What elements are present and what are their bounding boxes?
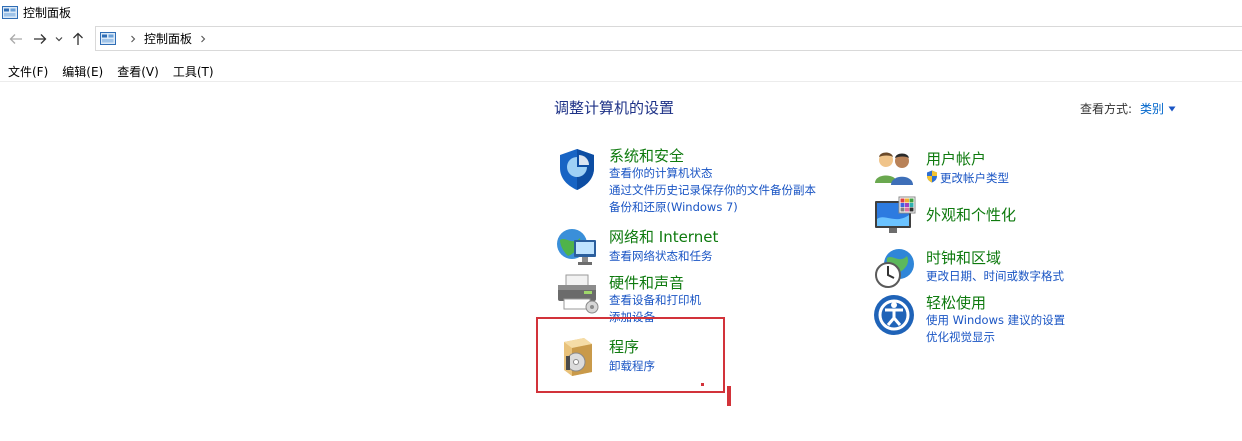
clock-globe-icon[interactable] [873, 246, 917, 290]
category-appearance: 外观和个性化 [873, 195, 1073, 241]
link-devices-printers[interactable]: 查看设备和打印机 [609, 292, 701, 308]
category-user-accounts: 用户帐户 更改帐户类型 [873, 147, 1093, 189]
view-by-dropdown[interactable]: 类别 [1140, 100, 1164, 117]
forward-arrow-icon [34, 34, 47, 44]
address-bar[interactable]: 控制面板 [95, 26, 1242, 51]
category-ease-of-access: 轻松使用 使用 Windows 建议的设置 优化视觉显示 [873, 291, 1093, 345]
view-by-label: 查看方式: [1080, 102, 1133, 116]
printer-icon[interactable] [554, 271, 600, 317]
forward-button[interactable] [28, 27, 52, 51]
up-arrow-icon [73, 32, 83, 45]
window-title: 控制面板 [23, 5, 72, 20]
menu-file[interactable]: 文件(F) [8, 63, 48, 80]
uac-shield-icon [927, 170, 937, 183]
shield-icon[interactable] [554, 146, 600, 192]
menu-view[interactable]: 查看(V) [117, 63, 159, 80]
page-title: 调整计算机的设置 [554, 99, 675, 117]
menu-tools[interactable]: 工具(T) [173, 63, 214, 80]
category-network-internet: 网络和 Internet 查看网络状态和任务 [554, 224, 754, 270]
link-change-date-time-format[interactable]: 更改日期、时间或数字格式 [926, 268, 1064, 284]
chevron-right-icon[interactable] [128, 34, 138, 44]
up-button[interactable] [66, 27, 90, 51]
back-arrow-icon [9, 34, 22, 44]
chevron-right-icon[interactable] [198, 34, 208, 44]
menu-divider [0, 81, 1242, 82]
category-title-hardware-sound[interactable]: 硬件和声音 [609, 272, 684, 293]
link-windows-recommended-settings[interactable]: 使用 Windows 建议的设置 [926, 312, 1065, 328]
navigation-bar: 控制面板 [0, 26, 1242, 52]
link-change-account-type[interactable]: 更改帐户类型 [940, 170, 1009, 186]
view-by: 查看方式: 类别 [1080, 100, 1176, 117]
control-panel-icon [100, 32, 116, 45]
link-view-computer-status[interactable]: 查看你的计算机状态 [609, 165, 713, 181]
category-clock-region: 时钟和区域 更改日期、时间或数字格式 [873, 246, 1093, 292]
link-file-history[interactable]: 通过文件历史记录保存你的文件备份副本 [609, 182, 816, 198]
category-system-security: 系统和安全 查看你的计算机状态 通过文件历史记录保存你的文件备份副本 备份和还原… [554, 144, 834, 216]
category-title-clock-region[interactable]: 时钟和区域 [926, 247, 1001, 268]
caret-down-icon[interactable] [1168, 106, 1176, 112]
link-optimize-visual-display[interactable]: 优化视觉显示 [926, 329, 995, 345]
back-button[interactable] [4, 27, 28, 51]
monitor-icon[interactable] [873, 195, 917, 239]
highlight-annotation-dot [701, 383, 704, 386]
globe-network-icon[interactable] [554, 224, 600, 270]
chevron-down-icon [55, 37, 63, 42]
menu-bar: 文件(F) 编辑(E) 查看(V) 工具(T) [0, 60, 228, 82]
highlight-annotation-mark [727, 386, 731, 406]
title-bar: 控制面板 [0, 0, 1242, 24]
category-title-system-security[interactable]: 系统和安全 [609, 145, 684, 166]
users-icon[interactable] [873, 147, 915, 187]
breadcrumb-control-panel[interactable]: 控制面板 [144, 30, 192, 47]
recent-locations-button[interactable] [52, 27, 66, 51]
category-title-user-accounts[interactable]: 用户帐户 [926, 148, 986, 169]
menu-edit[interactable]: 编辑(E) [62, 63, 103, 80]
category-title-appearance[interactable]: 外观和个性化 [926, 204, 1016, 225]
control-panel-icon [2, 5, 18, 19]
ease-of-access-icon[interactable] [873, 294, 915, 336]
highlight-annotation-box [536, 317, 725, 393]
category-title-network-internet[interactable]: 网络和 Internet [609, 226, 718, 247]
link-network-status[interactable]: 查看网络状态和任务 [609, 248, 713, 264]
link-backup-restore[interactable]: 备份和还原(Windows 7) [609, 199, 738, 215]
category-title-ease-of-access[interactable]: 轻松使用 [926, 292, 986, 313]
